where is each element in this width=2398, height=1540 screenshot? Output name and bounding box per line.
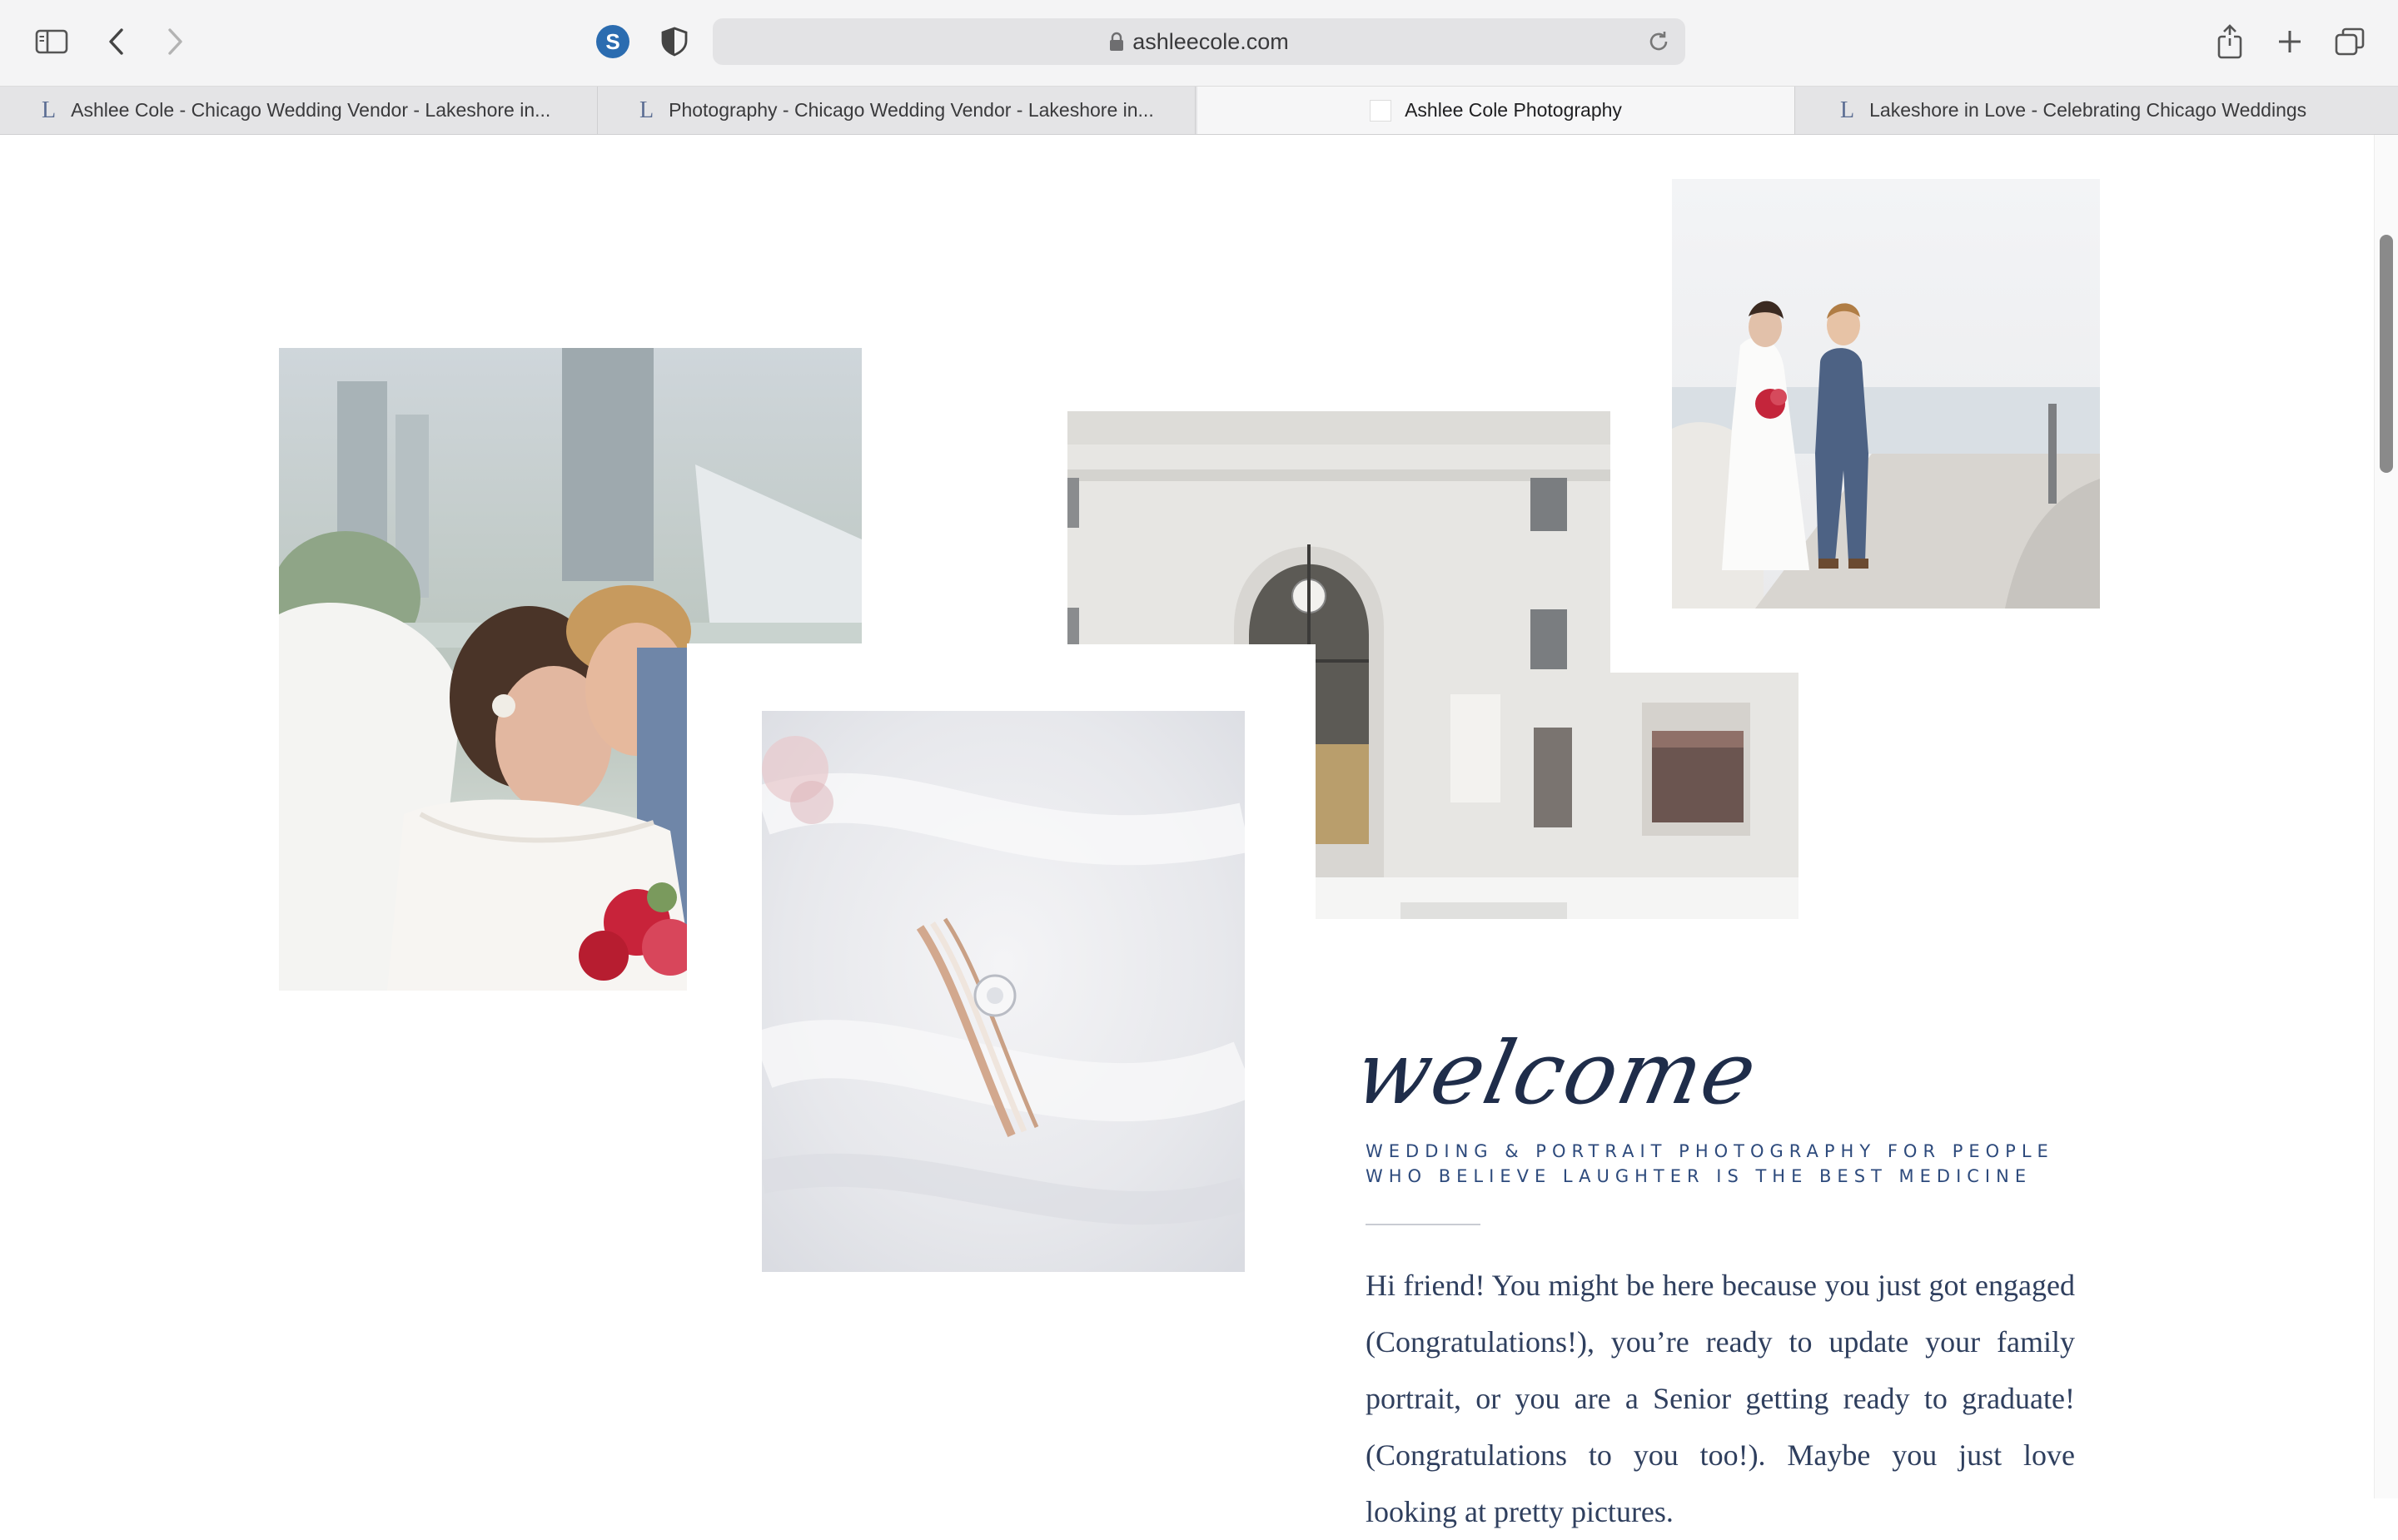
tab-overview-icon[interactable] bbox=[2330, 22, 2370, 62]
tab-title: Ashlee Cole Photography bbox=[1405, 99, 1622, 121]
reload-icon[interactable] bbox=[1645, 28, 1672, 55]
scrollbar-thumb[interactable] bbox=[2380, 235, 2393, 473]
new-tab-icon[interactable] bbox=[2270, 22, 2310, 62]
back-icon[interactable] bbox=[97, 22, 137, 62]
lakeshore-favicon-icon: L bbox=[1840, 97, 1855, 123]
tab-bar: L Ashlee Cole - Chicago Wedding Vendor -… bbox=[0, 87, 2398, 135]
tagline-line-1: WEDDING & PORTRAIT PHOTOGRAPHY FOR PEOPL… bbox=[1366, 1141, 2054, 1161]
tagline: WEDDING & PORTRAIT PHOTOGRAPHY FOR PEOPL… bbox=[1366, 1139, 2082, 1189]
couple-walking-photo[interactable] bbox=[1672, 179, 2100, 609]
privacy-shield-icon[interactable] bbox=[654, 22, 694, 62]
tab-title: Photography - Chicago Wedding Vendor - L… bbox=[669, 99, 1154, 121]
sidebar-icon[interactable] bbox=[32, 22, 72, 62]
divider bbox=[1366, 1224, 1480, 1225]
tab-photography-vendor[interactable]: L Photography - Chicago Wedding Vendor -… bbox=[598, 87, 1196, 134]
tab-title: Lakeshore in Love - Celebrating Chicago … bbox=[1869, 99, 2307, 121]
address-bar[interactable]: ashleecole.com bbox=[713, 18, 1685, 65]
ring-photo[interactable] bbox=[762, 711, 1245, 1272]
lakeshore-favicon-icon: L bbox=[639, 97, 654, 123]
forward-icon[interactable] bbox=[155, 22, 195, 62]
url-text: ashleecole.com bbox=[1132, 28, 1289, 54]
extension-s-icon[interactable]: S bbox=[596, 25, 629, 58]
welcome-heading: welcome bbox=[1346, 1022, 1767, 1124]
tab-ashlee-cole-photography[interactable]: Ashlee Cole Photography bbox=[1197, 87, 1795, 134]
tagline-line-2: WHO BELIEVE LAUGHTER IS THE BEST MEDICIN… bbox=[1366, 1166, 2032, 1186]
lock-icon bbox=[1110, 32, 1124, 51]
page-favicon-icon bbox=[1370, 99, 1392, 122]
tab-ashlee-cole-vendor[interactable]: L Ashlee Cole - Chicago Wedding Vendor -… bbox=[0, 87, 598, 134]
tab-lakeshore-in-love[interactable]: L Lakeshore in Love - Celebrating Chicag… bbox=[1798, 87, 2398, 134]
lakeshore-favicon-icon: L bbox=[42, 97, 57, 123]
tab-title: Ashlee Cole - Chicago Wedding Vendor - L… bbox=[71, 99, 551, 121]
browser-toolbar: S ashleecole.com bbox=[0, 0, 2398, 87]
intro-paragraph: Hi friend! You might be here because you… bbox=[1366, 1269, 2075, 1528]
share-icon[interactable] bbox=[2210, 22, 2250, 62]
